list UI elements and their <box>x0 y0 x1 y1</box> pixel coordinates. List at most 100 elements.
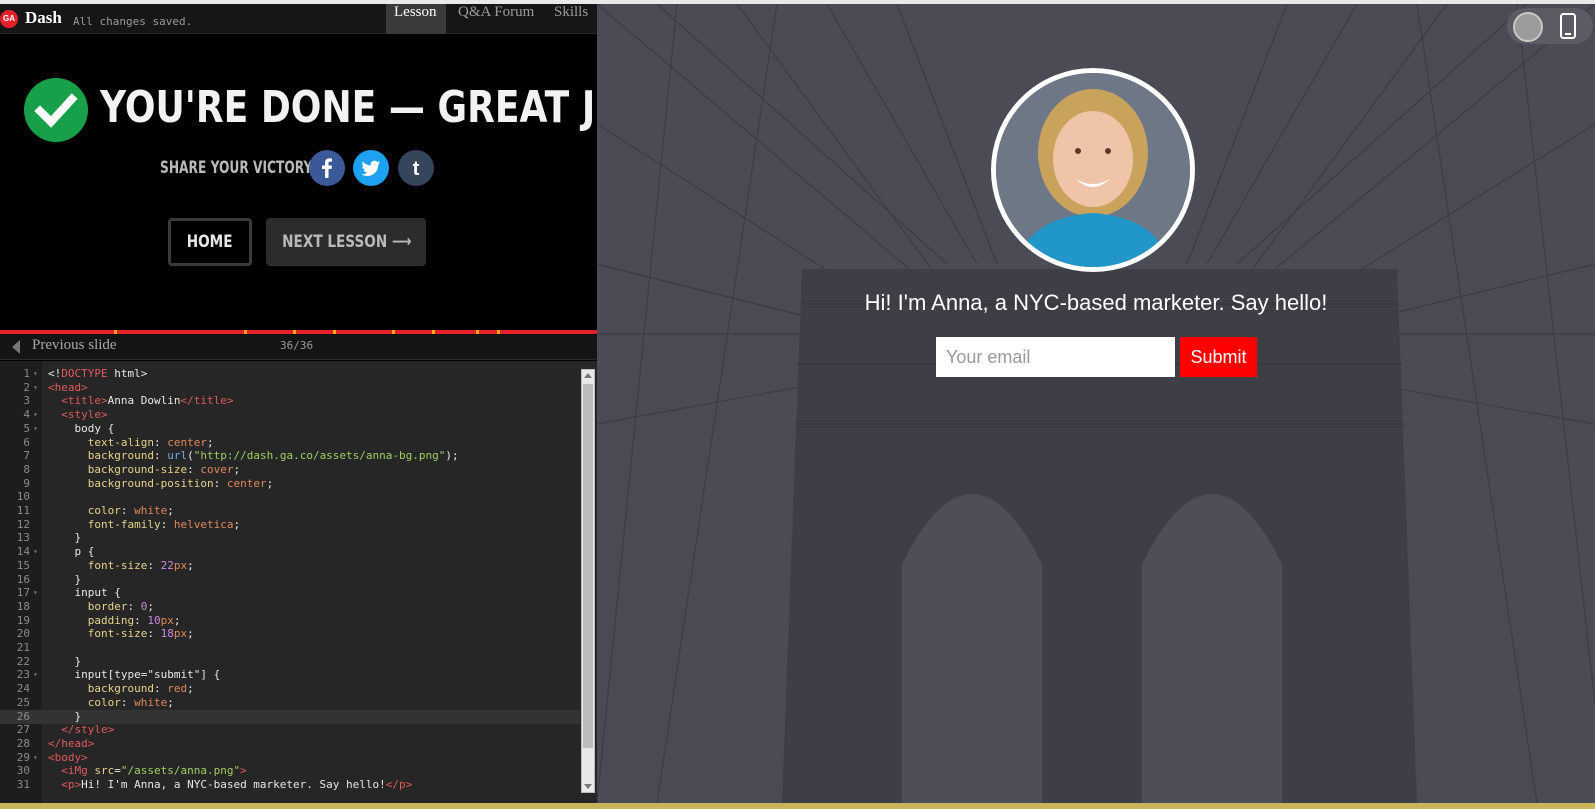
line-number: 26 <box>16 709 30 723</box>
code-editor[interactable]: 1 ▾ <!DOCTYPE html> 2 ▾ <head> 3 <title>Anna D… <box>0 361 597 803</box>
ga-logo[interactable]: GA <box>0 10 18 28</box>
check-icon <box>24 78 88 142</box>
code-line[interactable]: 11 color: white; <box>0 504 580 518</box>
facebook-icon[interactable] <box>309 150 345 186</box>
fold-arrow-icon[interactable]: ▾ <box>33 422 38 436</box>
desktop-view-icon[interactable] <box>1513 12 1543 42</box>
code-line[interactable]: 19 padding: 10px; <box>0 614 580 628</box>
code-line[interactable]: 29 ▾ <body> <box>0 751 580 765</box>
slide-nav: Previous slide 36/36 <box>0 334 597 360</box>
code-text: color: white; <box>87 504 174 517</box>
line-number: 13 <box>16 531 30 545</box>
code-line[interactable]: 7 background: url("http://dash.ga.co/ass… <box>0 449 580 463</box>
code-line[interactable]: 4 ▾ <style> <box>0 408 580 422</box>
code-line[interactable]: 17 ▾ input { <box>0 586 580 600</box>
app-name[interactable]: Dash <box>25 8 62 28</box>
editor-scrollbar[interactable] <box>581 369 595 793</box>
line-number: 16 <box>16 572 30 586</box>
code-line[interactable]: 13 } <box>0 531 580 545</box>
code-line[interactable]: 5 ▾ body { <box>0 422 580 436</box>
code-line[interactable]: 2 ▾ <head> <box>0 381 580 395</box>
previous-slide-link[interactable]: Previous slide <box>32 337 117 354</box>
tab-qa-forum[interactable]: Q&A Forum <box>458 4 544 34</box>
code-text: <title>Anna Dowlin</title> <box>61 394 234 408</box>
fold-arrow-icon[interactable]: ▾ <box>33 586 38 600</box>
code-line[interactable]: 18 border: 0; <box>0 600 580 614</box>
intro-text: Hi! I'm Anna, a NYC-based marketer. Say … <box>864 290 1328 315</box>
line-number: 10 <box>16 490 30 504</box>
save-status: All changes saved. <box>73 15 193 28</box>
line-number: 14 <box>16 545 30 559</box>
line-number: 6 <box>23 435 30 449</box>
line-number: 7 <box>23 449 30 463</box>
tab-lesson[interactable]: Lesson <box>386 4 446 34</box>
code-text: <body> <box>48 750 88 764</box>
code-text: </style> <box>61 723 115 737</box>
code-text: } <box>48 572 82 586</box>
line-number: 25 <box>16 695 30 709</box>
chevron-left-icon[interactable] <box>12 340 20 354</box>
fold-arrow-icon[interactable]: ▾ <box>33 751 38 765</box>
fold-arrow-icon[interactable]: ▾ <box>33 381 38 395</box>
code-line[interactable]: 14 ▾ p { <box>0 545 580 559</box>
code-line[interactable]: 1 ▾ <!DOCTYPE html> <box>0 367 580 381</box>
fold-arrow-icon[interactable]: ▾ <box>33 668 38 682</box>
code-text: } <box>48 531 82 545</box>
line-number: 22 <box>16 654 30 668</box>
code-line[interactable]: 23 ▾ input[type="submit"] { <box>0 668 580 682</box>
code-line[interactable]: 6 text-align: center; <box>0 436 580 450</box>
home-button[interactable]: HOME <box>168 218 252 266</box>
code-text: color: white; <box>87 695 174 709</box>
taskbar <box>0 803 1595 809</box>
line-number: 12 <box>16 517 30 531</box>
fold-arrow-icon[interactable]: ▾ <box>33 408 38 422</box>
code-text: text-align: center; <box>87 435 214 449</box>
code-line[interactable]: 8 background-size: cover; <box>0 463 580 477</box>
code-text: p { <box>48 545 95 559</box>
line-number: 1 <box>23 367 30 380</box>
code-text: } <box>48 709 82 723</box>
code-line[interactable]: 26 } <box>0 709 580 724</box>
code-line[interactable]: 3 <title>Anna Dowlin</title> <box>0 394 580 408</box>
code-text: <iMg src="/assets/anna.png"> <box>61 764 247 778</box>
code-line[interactable]: 31 <p>Hi! I'm Anna, a NYC-based marketer… <box>0 778 580 792</box>
lesson-pane: GA Dash All changes saved. Lesson Q&A Fo… <box>0 4 670 803</box>
fold-arrow-icon[interactable]: ▾ <box>33 545 38 559</box>
code-line[interactable]: 16 } <box>0 573 580 587</box>
code-text: background: url("http://dash.ga.co/asset… <box>87 449 459 463</box>
twitter-icon[interactable] <box>353 150 389 186</box>
code-line[interactable]: 15 font-size: 22px; <box>0 559 580 573</box>
code-line[interactable]: 20 font-size: 18px; <box>0 627 580 641</box>
code-line[interactable]: 9 background-position: center; <box>0 477 580 491</box>
submit-button[interactable]: Submit <box>1180 337 1257 377</box>
fold-arrow-icon[interactable]: ▾ <box>33 367 38 381</box>
line-number: 24 <box>16 682 30 696</box>
line-number: 2 <box>23 380 30 394</box>
line-number: 9 <box>23 476 30 490</box>
line-number: 3 <box>23 394 30 408</box>
completion-panel: YOU'RE DONE — GREAT JOB! SHARE YOUR VICT… <box>0 34 670 330</box>
code-text: background-size: cover; <box>87 462 241 476</box>
code-line[interactable]: 10 <box>0 490 580 504</box>
code-line[interactable]: 30 <iMg src="/assets/anna.png"> <box>0 764 580 778</box>
line-number: 17 <box>16 586 30 600</box>
code-text: } <box>48 654 82 668</box>
code-line[interactable]: 25 color: white; <box>0 696 580 710</box>
code-text: font-size: 22px; <box>87 558 194 572</box>
scrollbar-thumb[interactable] <box>583 384 593 748</box>
scroll-down-icon[interactable] <box>584 784 592 789</box>
tumblr-icon[interactable]: t <box>398 150 434 186</box>
code-line[interactable]: 12 font-family: helvetica; <box>0 518 580 532</box>
device-toggle[interactable] <box>1507 8 1593 44</box>
scroll-up-icon[interactable] <box>584 373 592 378</box>
next-lesson-button[interactable]: NEXT LESSON ⟶ <box>266 218 426 266</box>
tab-skills[interactable]: Skills <box>554 4 594 34</box>
mobile-view-icon[interactable] <box>1559 13 1577 39</box>
code-line[interactable]: 24 background: red; <box>0 682 580 696</box>
line-number: 21 <box>16 641 30 654</box>
email-field[interactable]: Your email <box>936 337 1175 377</box>
code-line[interactable]: 22 } <box>0 655 580 669</box>
code-line[interactable]: 21 <box>0 641 580 655</box>
code-line[interactable]: 27 </style> <box>0 723 580 737</box>
code-line[interactable]: 28 </head> <box>0 737 580 751</box>
